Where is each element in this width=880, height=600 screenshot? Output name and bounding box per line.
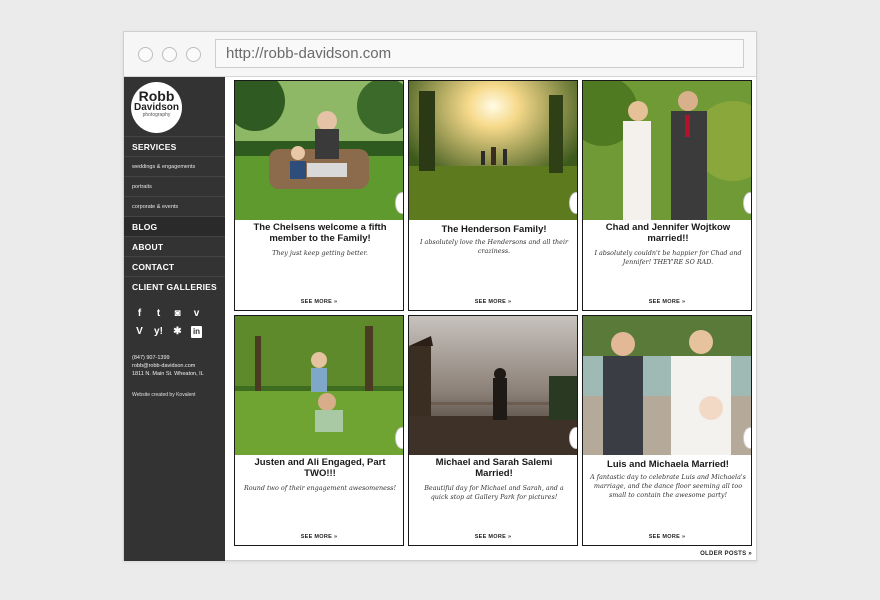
vimeo-icon[interactable]: v [191,308,202,320]
post-excerpt: I absolutely couldn't be happier for Cha… [594,249,742,266]
site-credit[interactable]: Website created by Kovalent [132,392,196,398]
social-links: f t ◙ v V y! ✱ in [134,307,219,343]
post-card[interactable]: Luis and Michaela Married! A fantastic d… [582,315,752,546]
post-thumbnail[interactable] [583,316,751,455]
twitter-icon[interactable]: t [153,308,164,320]
post-excerpt: Round two of their engagement awesomenes… [243,484,397,492]
nav-portraits[interactable]: portraits [124,176,225,196]
post-thumbnail[interactable] [409,81,577,220]
post-title[interactable]: The Chelsens welcome a fifth member to t… [243,222,397,244]
close-window-button[interactable] [138,47,153,62]
post-card[interactable]: The Chelsens welcome a fifth member to t… [234,80,404,311]
see-more-link[interactable]: SEE MORE » [235,299,403,305]
yelp-icon[interactable]: y! [153,326,164,338]
post-title[interactable]: Michael and Sarah Salemi Married! [417,457,571,479]
yelp-flower-icon[interactable]: ✱ [172,326,183,338]
post-thumbnail[interactable] [409,316,577,455]
linkedin-icon[interactable]: in [191,325,202,338]
post-excerpt: They just keep getting better. [272,249,368,257]
post-card[interactable]: Michael and Sarah Salemi Married! Beauti… [408,315,578,546]
nav-client-galleries[interactable]: CLIENT GALLERIES [124,276,225,296]
watermark-badge [395,427,403,449]
see-more-link[interactable]: SEE MORE » [583,534,751,540]
minimize-window-button[interactable] [162,47,177,62]
see-more-link[interactable]: SEE MORE » [583,299,751,305]
watermark-badge [569,192,577,214]
post-card[interactable]: Justen and Ali Engaged, Part TWO!!! Roun… [234,315,404,546]
post-thumbnail[interactable] [583,81,751,220]
zoom-window-button[interactable] [186,47,201,62]
post-title[interactable]: Chad and Jennifer Wojtkow married!! [591,222,745,244]
facebook-icon[interactable]: f [134,308,145,320]
address-bar[interactable]: http://robb-davidson.com [215,39,744,68]
post-excerpt: I absolutely love the Hendersons and all… [419,238,569,255]
vine-icon[interactable]: V [134,326,145,338]
nav-corporate-events[interactable]: corporate & events [124,196,225,216]
see-more-link[interactable]: SEE MORE » [235,534,403,540]
watermark-badge [395,192,403,214]
site-logo[interactable]: Robb Davidson photography [131,82,182,133]
logo-line-2: Davidson [133,102,179,113]
nav-about[interactable]: ABOUT [124,236,225,256]
phone-number[interactable]: (847) 907-1399 [132,354,204,362]
browser-toolbar: http://robb-davidson.com [124,32,756,77]
post-excerpt: Beautiful day for Michael and Sarah, and… [424,484,564,501]
watermark-badge [743,427,751,449]
watermark-badge [569,427,577,449]
post-excerpt: A fantastic day to celebrate Luis and Mi… [590,473,746,499]
post-card[interactable]: Chad and Jennifer Wojtkow married!! I ab… [582,80,752,311]
nav-weddings-engagements[interactable]: weddings & engagements [124,156,225,176]
nav-blog[interactable]: BLOG [124,216,225,236]
post-thumbnail[interactable] [235,316,403,455]
see-more-link[interactable]: SEE MORE » [409,299,577,305]
post-title[interactable]: Luis and Michaela Married! [591,459,745,470]
older-posts-link[interactable]: OLDER POSTS » [700,551,752,557]
contact-info: (847) 907-1399 robb@robb-davidson.com 18… [132,354,204,378]
nav-services[interactable]: SERVICES [124,136,225,156]
instagram-icon[interactable]: ◙ [172,308,183,320]
browser-window: http://robb-davidson.com Robb Davidson p… [123,31,757,561]
nav-contact[interactable]: CONTACT [124,256,225,276]
main-nav: SERVICES weddings & engagements portrait… [124,136,225,296]
sidebar: Robb Davidson photography SERVICES weddi… [124,77,225,561]
watermark-badge [743,192,751,214]
see-more-link[interactable]: SEE MORE » [409,534,577,540]
post-thumbnail[interactable] [235,81,403,220]
email-link[interactable]: robb@robb-davidson.com [132,362,204,370]
post-title[interactable]: The Henderson Family! [417,224,571,235]
address: 1811 N. Main St. Wheaton, IL [132,371,204,377]
post-title[interactable]: Justen and Ali Engaged, Part TWO!!! [243,457,397,479]
post-card[interactable]: The Henderson Family! I absolutely love … [408,80,578,311]
